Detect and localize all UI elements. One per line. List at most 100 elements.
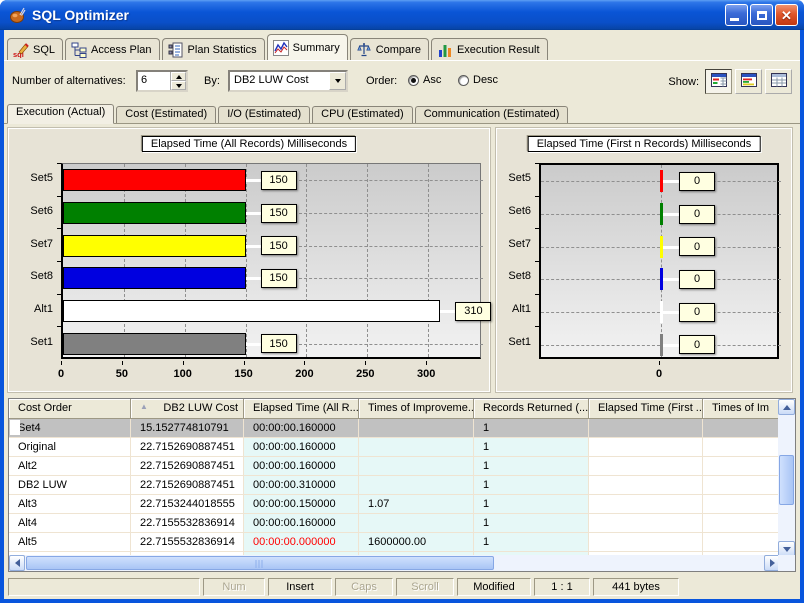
show-chart-grid-button[interactable] [705,69,732,94]
cell [359,514,474,533]
gridline [299,278,483,279]
horizontal-scrollbar[interactable] [9,555,780,571]
y-tickmark [535,196,539,197]
value-connector [661,278,679,281]
tab-summary[interactable]: Summary [267,34,348,60]
view-tab-communication-estimated-[interactable]: Communication (Estimated) [415,106,569,123]
status-panel-441-bytes: 441 bytes [593,578,679,596]
view-tab-cost-estimated-[interactable]: Cost (Estimated) [116,106,216,123]
scroll-up-button[interactable] [778,399,795,415]
value-label: 150 [261,269,297,288]
value-connector [246,245,261,248]
table-row-alt3[interactable]: Alt322.715324401855500:00:00.1500001.071 [9,495,780,514]
tab-plan-statistics[interactable]: Plan Statistics [162,38,265,60]
y-tickmark [535,261,539,262]
show-grid-button[interactable] [765,69,792,94]
column-header-times-of-im[interactable]: Times of Im [703,399,780,419]
column-header-cost-order[interactable]: Cost Order [9,399,131,419]
bar-set7 [660,236,663,258]
table-row-db2-luw[interactable]: DB2 LUW22.715269088745100:00:00.3100001 [9,476,780,495]
cell-text: 00:00:00.310000 [253,479,336,491]
minimize-button[interactable] [725,4,748,26]
spinner-up-icon [176,75,182,79]
table-row-original[interactable]: Original22.715269088745100:00:00.1600001 [9,438,780,457]
vertical-scroll-thumb[interactable] [779,455,794,505]
cell [589,419,703,438]
maximize-button[interactable] [750,4,773,26]
dropdown-button[interactable] [329,72,346,90]
view-tab-i-o-estimated-[interactable]: I/O (Estimated) [218,106,310,123]
tab-compare[interactable]: Compare [350,38,429,60]
column-header-times-of-improveme-[interactable]: Times of Improveme... [359,399,474,419]
column-header-records-returned-[interactable]: Records Returned (... [474,399,589,419]
cell: 1 [474,514,589,533]
tab-sql[interactable]: sqlSQL [7,38,63,60]
table-row-alt2[interactable]: Alt222.715269088745100:00:00.1600001 [9,457,780,476]
maximize-icon [757,11,767,20]
value-label: 0 [679,303,715,322]
value-connector [661,246,679,249]
table-row-alt5[interactable]: Alt522.715553283691400:00:00.00000016000… [9,533,780,552]
cell: 22.7153244018555 [131,495,244,514]
order-asc-radio[interactable]: Asc [408,74,441,86]
arrow-right-icon [770,559,775,567]
alternatives-spinner[interactable]: 6 [136,70,188,92]
y-tickmark [57,294,61,295]
spinner-down-button[interactable] [171,81,186,90]
plan-statistics-icon [168,42,184,58]
horizontal-scroll-thumb[interactable] [26,556,494,570]
cell: 00:00:00.000000 [244,533,359,552]
cell: 1 [474,533,589,552]
column-label: Times of Improveme... [368,402,474,414]
scroll-left-button[interactable] [9,555,25,571]
cell: 00:00:00.160000 [244,514,359,533]
view-tab-cpu-estimated-[interactable]: CPU (Estimated) [312,106,413,123]
table-row-alt4[interactable]: Alt422.715553283691400:00:00.1600001 [9,514,780,533]
by-dropdown-value: DB2 LUW Cost [230,72,329,90]
column-header-elapsed-time-all-r-[interactable]: Elapsed Time (All R... [244,399,359,419]
vertical-scrollbar[interactable] [778,399,795,557]
gridline [306,164,307,357]
cell: 1.07 [359,495,474,514]
bar-alt1 [63,300,440,322]
cell [589,438,703,457]
x-tickmark [61,361,62,365]
x-tickmark [365,361,366,365]
value-label: 150 [261,236,297,255]
cell-text: Alt2 [18,460,37,472]
cell-text: Original [18,441,56,453]
titlebar: SQL Optimizer ✕ [0,0,804,30]
tab-access-plan[interactable]: Access Plan [65,38,160,60]
tab-label: Compare [376,44,421,56]
x-tick-label: 150 [234,368,252,380]
category-label: Set8 [495,270,531,282]
show-label: Show: [668,76,699,88]
by-label: By: [204,75,220,87]
show-chart-button[interactable] [735,69,762,94]
value-connector [661,311,679,314]
cell [359,457,474,476]
table-row-set4[interactable]: Set415.15277481079100:00:00.1600001 [9,419,780,438]
spinner-down-icon [176,84,182,88]
order-desc-radio[interactable]: Desc [458,74,498,86]
arrow-up-icon [783,405,791,410]
column-header-db2-luw-cost[interactable]: ▲DB2 LUW Cost [131,399,244,419]
y-tickmark [57,163,61,164]
cell-text: 1 [483,517,489,529]
close-button[interactable]: ✕ [775,4,798,26]
status-panel-empty [8,578,200,596]
view-tab-execution-actual-[interactable]: Execution (Actual) [7,104,114,124]
value-label: 0 [679,172,715,191]
client-area: sqlSQLAccess PlanPlan StatisticsSummary C… [4,30,800,599]
tab-execution-result[interactable]: Execution Result [431,38,548,60]
close-icon: ✕ [781,9,792,22]
category-label: Alt1 [495,303,531,315]
spinner-up-button[interactable] [171,72,186,81]
status-panel-scroll: Scroll [396,578,454,596]
zero-axis-line [661,165,662,357]
cell: Set4 [9,419,131,438]
column-header-elapsed-time-first-[interactable]: Elapsed Time (First ... [589,399,703,419]
cell: 1 [474,438,589,457]
bar-set8 [63,267,246,289]
by-dropdown[interactable]: DB2 LUW Cost [228,70,348,92]
